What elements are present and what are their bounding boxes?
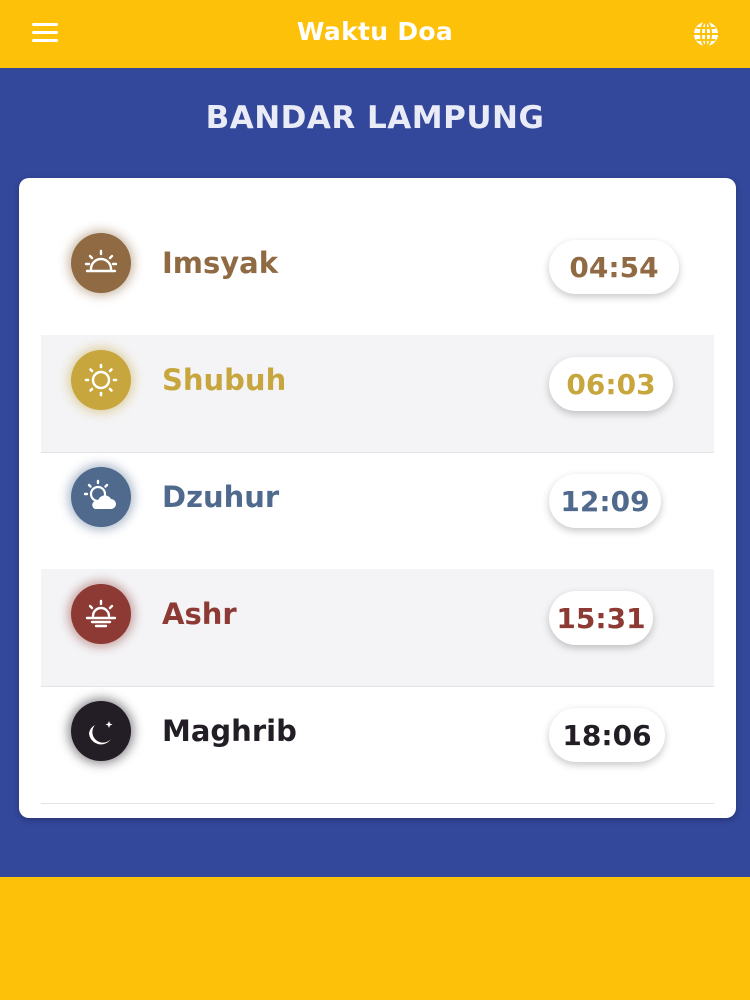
prayer-name: Maghrib: [162, 714, 297, 748]
prayer-row-imsyak[interactable]: Imsyak 04:54: [41, 218, 714, 336]
prayer-times-card: Imsyak 04:54 Shubuh 06:03 Dzuhur 12:09 A…: [19, 178, 736, 818]
prayer-row-dzuhur[interactable]: Dzuhur 12:09: [41, 452, 714, 570]
prayer-name: Imsyak: [162, 246, 279, 280]
sunset-icon: [71, 584, 131, 644]
prayer-name: Dzuhur: [162, 480, 280, 514]
prayer-row-maghrib[interactable]: Maghrib 18:06: [41, 686, 714, 804]
prayer-time: 18:06: [549, 708, 665, 762]
top-app-bar: Waktu Doa: [0, 0, 750, 68]
prayer-time: 06:03: [549, 357, 673, 411]
app-title: Waktu Doa: [296, 17, 454, 46]
prayer-row-ashr[interactable]: Ashr 15:31: [41, 569, 714, 687]
prayer-time: 15:31: [549, 591, 653, 645]
main-panel: BANDAR LAMPUNG Imsyak 04:54 Shubuh 06:03…: [0, 68, 750, 877]
moon-icon: [71, 701, 131, 761]
bottom-bar: [0, 877, 750, 1000]
sun-cloud-icon: [71, 467, 131, 527]
city-title: BANDAR LAMPUNG: [205, 100, 545, 136]
prayer-time: 04:54: [549, 240, 679, 294]
prayer-name: Shubuh: [162, 363, 287, 397]
prayer-time: 12:09: [549, 474, 661, 528]
prayer-row-shubuh[interactable]: Shubuh 06:03: [41, 335, 714, 453]
sunrise-icon: [71, 233, 131, 293]
prayer-name: Ashr: [162, 597, 237, 631]
globe-icon[interactable]: [690, 18, 722, 50]
sun-icon: [71, 350, 131, 410]
